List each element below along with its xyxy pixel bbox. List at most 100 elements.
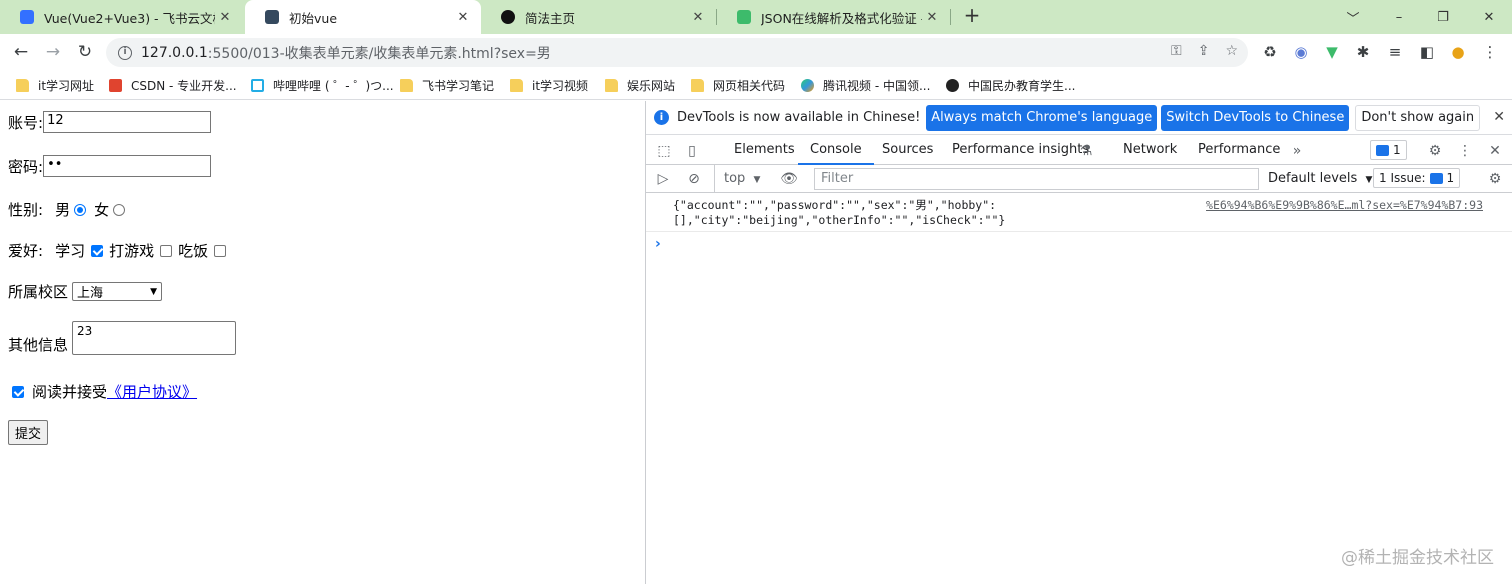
tab-sources[interactable]: Sources (882, 135, 933, 165)
recycle-extension-icon[interactable]: ♻ (1260, 42, 1280, 62)
tab-jianfa[interactable]: 简法主页 ✕ (481, 0, 716, 34)
female-radio[interactable] (113, 203, 126, 216)
tab-title: 初始vue (289, 10, 338, 26)
maximize-icon[interactable]: ❐ (1420, 0, 1466, 34)
new-tab-plus-icon[interactable]: + (960, 4, 984, 28)
more-options-kebab-icon[interactable]: ⋮ (1456, 142, 1474, 160)
dont-show-again-button[interactable]: Don't show again (1355, 104, 1481, 131)
log-source-link[interactable]: %E6%94%B6%E9%9B%86%E…ml?sex=%E7%94%B7:93 (1206, 198, 1483, 213)
console-prompt-icon[interactable]: › (655, 236, 661, 252)
key-icon[interactable]: ⚿ (1171, 43, 1182, 59)
settings-gear-icon[interactable]: ⚙ (1426, 142, 1444, 160)
bookmark-label: 网页相关代码 (713, 78, 786, 93)
flask-icon: ⚗ (1079, 143, 1093, 159)
back-arrow-icon[interactable]: ← (8, 40, 34, 64)
bookmark-tencent-video[interactable]: 腾讯视频 - 中国领... (801, 76, 930, 94)
password-input[interactable]: •• (43, 155, 212, 177)
switch-to-chinese-button[interactable]: Switch DevTools to Chinese (1161, 104, 1350, 131)
close-icon[interactable]: ✕ (688, 10, 708, 25)
vue-devtools-icon[interactable]: ▼ (1322, 42, 1342, 62)
bilibili-icon (251, 78, 264, 92)
window-close-icon[interactable]: ✕ (1466, 0, 1512, 34)
bookmark-feishu-notes[interactable]: 飞书学习笔记 (400, 76, 494, 94)
user-agreement-link[interactable]: 《用户协议》 (107, 381, 197, 402)
reading-list-icon[interactable]: ≡ (1385, 42, 1405, 62)
account-input[interactable]: 12 (43, 111, 212, 133)
hobby-label: 爱好: (8, 242, 44, 260)
globe-icon (946, 78, 959, 92)
tab-console[interactable]: Console (798, 135, 874, 165)
sidebar-toggle-icon[interactable]: ▷ (654, 170, 672, 188)
hobby-game-label: 打游戏 (109, 242, 155, 260)
console-filter-input[interactable]: Filter (814, 168, 1259, 190)
toolbar-divider (714, 165, 715, 193)
console-settings-gear-icon[interactable]: ⚙ (1486, 170, 1504, 188)
reload-icon[interactable]: ↻ (72, 40, 98, 64)
hobby-game-checkbox[interactable] (160, 244, 173, 257)
campus-select[interactable]: 上海 ▼ (72, 282, 163, 301)
log-message: {"account":"","password":"","sex":"男","h… (673, 198, 1005, 228)
page-viewport: 账号: 12 密码: •• 性别: 男 女 爱好: 学习 打游戏 吃饭 所属校区… (0, 101, 645, 584)
bookmark-it-sites[interactable]: it学习网址 (16, 76, 94, 94)
live-expression-eye-icon[interactable]: 👁 (780, 170, 798, 188)
bookmark-bilibili[interactable]: 哔哩哔哩 ( ゜- ゜)つ... (251, 76, 394, 94)
site-info-icon[interactable]: i (118, 45, 132, 60)
submit-button[interactable]: 提交 (8, 420, 49, 445)
tab-vue[interactable]: 初始vue ✕ (245, 0, 481, 34)
issues-count: 1 (1393, 143, 1401, 157)
forward-arrow-icon[interactable]: → (40, 40, 66, 64)
tab-performance[interactable]: Performance (1198, 135, 1280, 165)
log-levels-dropdown[interactable]: Default levels ▼ (1268, 171, 1372, 186)
tab-search-chevron-icon[interactable]: ﹀ (1330, 0, 1376, 34)
tab-feishu[interactable]: Vue(Vue2+Vue3) - 飞书云文档 ✕ (0, 0, 243, 34)
device-toolbar-icon[interactable]: ▯ (683, 142, 701, 160)
tab-separator (950, 9, 951, 25)
tab-performance-insights[interactable]: Performance insights (952, 135, 1089, 165)
tab-elements[interactable]: Elements (734, 135, 795, 165)
context-selector[interactable]: top ▼ (724, 171, 760, 186)
bookmark-education[interactable]: 中国民办教育学生... (946, 76, 1075, 94)
close-icon[interactable]: ✕ (215, 10, 235, 25)
language-banner: i DevTools is now available in Chinese! … (646, 101, 1512, 135)
star-bookmark-icon[interactable]: ☆ (1225, 43, 1238, 59)
inspect-element-icon[interactable]: ⬚ (655, 142, 673, 160)
other-info-textarea[interactable]: 23 (72, 321, 237, 355)
agree-checkbox[interactable] (12, 385, 24, 398)
issues-counter[interactable]: 1 (1370, 140, 1407, 160)
hobby-study-label: 学习 (55, 242, 86, 260)
json-icon (737, 10, 751, 24)
hobby-eat-checkbox[interactable] (214, 244, 227, 257)
bookmark-web-code[interactable]: 网页相关代码 (691, 76, 785, 94)
bookmark-entertainment[interactable]: 娱乐网站 (605, 76, 675, 94)
always-match-language-button[interactable]: Always match Chrome's language (926, 104, 1158, 131)
hobby-study-checkbox[interactable] (91, 244, 104, 257)
tab-json[interactable]: JSON在线解析及格式化验证 - JS ✕ (717, 0, 950, 34)
submit-row: 提交 (8, 420, 49, 445)
folder-icon (605, 78, 618, 92)
clear-console-icon[interactable]: ⊘ (685, 170, 703, 188)
address-bar[interactable]: i 127.0.0.1:5500/013-收集表单元素/收集表单元素.html?… (106, 38, 1248, 67)
menu-kebab-icon[interactable]: ⋮ (1480, 42, 1500, 62)
tab-title: JSON在线解析及格式化验证 - JS (761, 10, 922, 26)
more-tabs-chevron-icon[interactable]: » (1288, 142, 1306, 160)
console-log-entry: {"account":"","password":"","sex":"男","h… (646, 195, 1512, 232)
close-icon[interactable]: ✕ (922, 10, 942, 25)
campus-label: 所属校区 (8, 283, 69, 301)
profile-avatar[interactable]: ● (1448, 42, 1468, 62)
tab-network[interactable]: Network (1123, 135, 1177, 165)
extensions-puzzle-icon[interactable]: ✱ (1353, 42, 1373, 62)
bookmark-label: CSDN - 专业开发... (131, 78, 237, 93)
bookmark-it-videos[interactable]: it学习视频 (510, 76, 588, 94)
share-icon[interactable]: ⇪ (1198, 43, 1210, 59)
male-radio[interactable] (74, 203, 87, 216)
side-panel-icon[interactable]: ◧ (1417, 42, 1437, 62)
close-icon[interactable]: ✕ (1493, 109, 1505, 125)
bookmark-csdn[interactable]: CSDN - 专业开发... (109, 76, 237, 94)
close-icon[interactable]: ✕ (453, 10, 473, 25)
male-label: 男 (55, 201, 71, 219)
minimize-icon[interactable]: – (1376, 0, 1422, 34)
close-devtools-icon[interactable]: ✕ (1486, 142, 1504, 160)
extension-globe-icon[interactable]: ◉ (1291, 42, 1311, 62)
folder-icon (16, 78, 29, 92)
issues-link[interactable]: 1 Issue: 1 (1373, 168, 1461, 188)
